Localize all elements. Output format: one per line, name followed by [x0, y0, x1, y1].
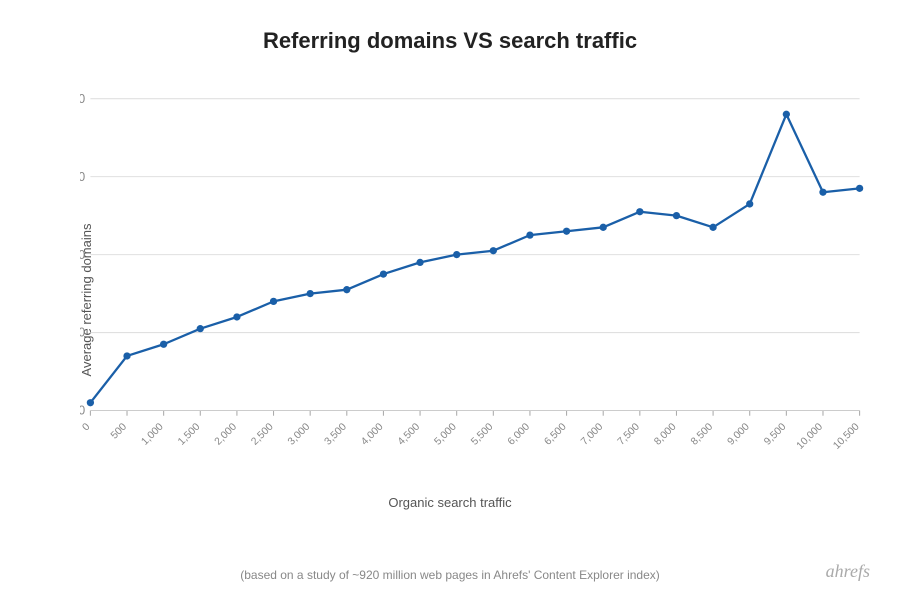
svg-text:5,500: 5,500: [469, 421, 495, 447]
svg-text:9,500: 9,500: [762, 421, 788, 447]
svg-text:1,000: 1,000: [140, 421, 166, 447]
main-chart: 0 20 40 60 80 0 500 1,000 1,500 2,000 2,500 3,000 3,…: [80, 70, 870, 460]
svg-text:4,500: 4,500: [396, 421, 422, 447]
svg-text:9,000: 9,000: [726, 421, 752, 447]
svg-text:7,500: 7,500: [616, 421, 642, 447]
ahrefs-brand: ahrefs: [826, 561, 870, 582]
svg-text:500: 500: [109, 421, 129, 441]
svg-text:0: 0: [80, 404, 85, 418]
chart-title: Referring domains VS search traffic: [0, 0, 900, 64]
svg-text:7,000: 7,000: [579, 421, 605, 447]
svg-text:10,000: 10,000: [795, 421, 825, 451]
svg-text:8,000: 8,000: [652, 421, 678, 447]
footnote: (based on a study of ~920 million web pa…: [240, 568, 660, 582]
chart-container: Referring domains VS search traffic Aver…: [0, 0, 900, 600]
svg-text:5,000: 5,000: [433, 421, 459, 447]
svg-text:4,000: 4,000: [359, 421, 385, 447]
svg-text:80: 80: [80, 92, 85, 106]
x-axis-label: Organic search traffic: [388, 495, 511, 510]
svg-text:10,500: 10,500: [832, 421, 862, 451]
chart-area: 0 20 40 60 80 0 500 1,000 1,500 2,000 2,500 3,000 3,…: [80, 70, 870, 460]
svg-text:6,500: 6,500: [543, 421, 569, 447]
svg-text:40: 40: [80, 248, 85, 262]
svg-text:2,000: 2,000: [213, 421, 239, 447]
svg-text:60: 60: [80, 170, 85, 184]
svg-text:6,000: 6,000: [506, 421, 532, 447]
svg-text:20: 20: [80, 326, 85, 340]
svg-text:1,500: 1,500: [176, 421, 202, 447]
svg-text:3,000: 3,000: [286, 421, 312, 447]
svg-text:2,500: 2,500: [250, 421, 276, 447]
svg-text:0: 0: [81, 421, 93, 433]
svg-text:8,500: 8,500: [689, 421, 715, 447]
svg-text:3,500: 3,500: [323, 421, 349, 447]
